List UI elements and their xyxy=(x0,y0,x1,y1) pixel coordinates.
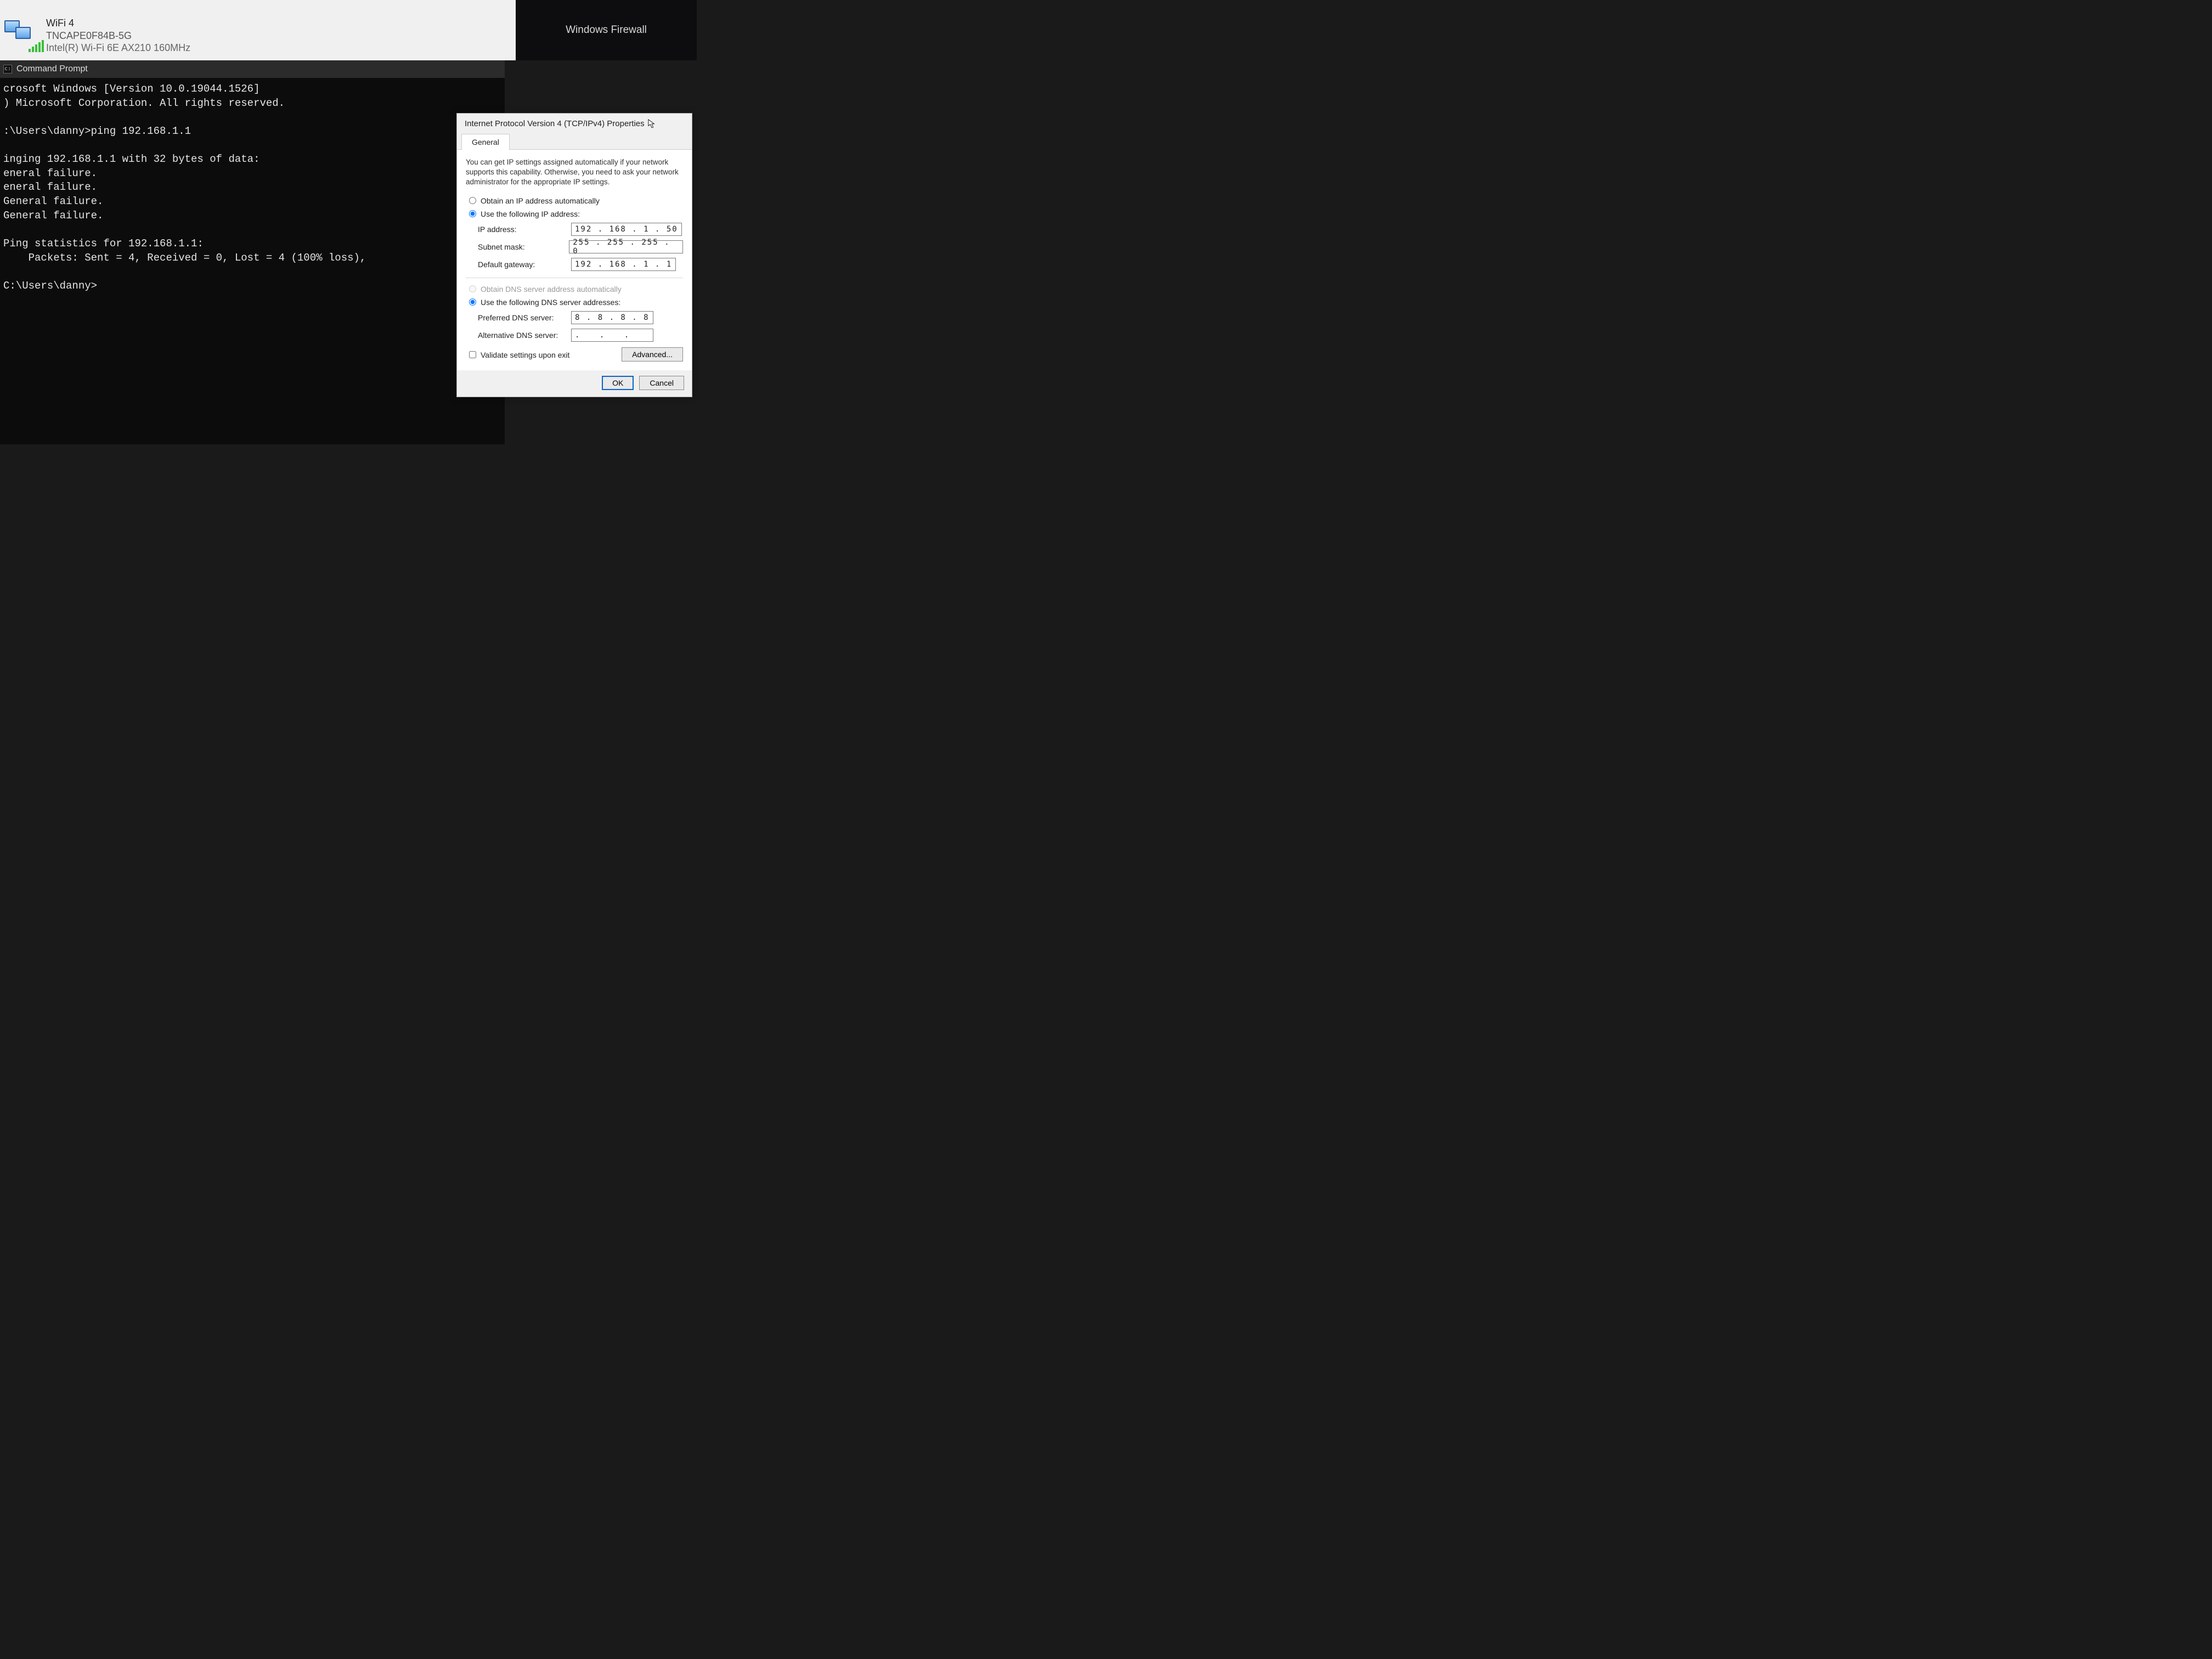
radio-obtain-dns xyxy=(469,285,476,292)
input-default-gateway[interactable]: 192 . 168 . 1 . 1 xyxy=(571,258,676,271)
ipv4-properties-dialog[interactable]: Internet Protocol Version 4 (TCP/IPv4) P… xyxy=(456,113,692,397)
input-ip-address[interactable]: 192 . 168 . 1 . 50 xyxy=(571,223,682,236)
cursor-icon xyxy=(648,119,656,129)
ipv4-tabstrip: General xyxy=(457,133,692,150)
adapter-name: WiFi 4 xyxy=(46,17,190,30)
wifi-adapter-icon xyxy=(3,19,36,52)
dialog-button-row: OK Cancel xyxy=(457,370,692,397)
field-default-gateway: Default gateway: 192 . 168 . 1 . 1 xyxy=(478,258,683,271)
ipv4-title-text: Internet Protocol Version 4 (TCP/IPv4) P… xyxy=(465,119,645,128)
radio-obtain-ip[interactable] xyxy=(469,197,476,204)
label-ip: IP address: xyxy=(478,225,571,234)
ipv4-dialog-title: Internet Protocol Version 4 (TCP/IPv4) P… xyxy=(457,114,692,133)
input-alternative-dns[interactable]: . . . xyxy=(571,329,653,342)
radio-use-dns-row[interactable]: Use the following DNS server addresses: xyxy=(466,298,683,307)
input-subnet-mask[interactable]: 255 . 255 . 255 . 0 xyxy=(569,240,683,253)
input-preferred-dns[interactable]: 8 . 8 . 8 . 8 xyxy=(571,311,653,324)
field-ip-address: IP address: 192 . 168 . 1 . 50 xyxy=(478,223,683,236)
checkbox-validate[interactable] xyxy=(469,351,476,358)
field-subnet-mask: Subnet mask: 255 . 255 . 255 . 0 xyxy=(478,240,683,253)
radio-obtain-dns-label: Obtain DNS server address automatically xyxy=(481,285,622,294)
advanced-button[interactable]: Advanced... xyxy=(622,347,683,362)
label-mask: Subnet mask: xyxy=(478,242,569,251)
tab-general[interactable]: General xyxy=(461,134,510,150)
ok-button[interactable]: OK xyxy=(602,376,634,390)
command-prompt-output[interactable]: crosoft Windows [Version 10.0.19044.1526… xyxy=(0,78,505,298)
adapter-model: Intel(R) Wi-Fi 6E AX210 160MHz xyxy=(46,42,190,54)
label-preferred-dns: Preferred DNS server: xyxy=(478,313,571,322)
radio-use-dns[interactable] xyxy=(469,298,476,306)
adapter-ssid: TNCAPE0F84B-5G xyxy=(46,30,190,42)
checkbox-validate-label: Validate settings upon exit xyxy=(481,351,569,359)
cmd-icon: c: xyxy=(3,65,12,74)
firewall-panel-label[interactable]: Windows Firewall xyxy=(516,0,697,60)
radio-obtain-ip-label: Obtain an IP address automatically xyxy=(481,196,600,205)
label-alternative-dns: Alternative DNS server: xyxy=(478,331,571,340)
field-alternative-dns: Alternative DNS server: . . . xyxy=(478,329,683,342)
radio-obtain-dns-row: Obtain DNS server address automatically xyxy=(466,285,683,294)
radio-use-dns-label: Use the following DNS server addresses: xyxy=(481,298,620,307)
field-preferred-dns: Preferred DNS server: 8 . 8 . 8 . 8 xyxy=(478,311,683,324)
label-gateway: Default gateway: xyxy=(478,260,571,269)
radio-use-ip-label: Use the following IP address: xyxy=(481,210,580,218)
radio-obtain-ip-row[interactable]: Obtain an IP address automatically xyxy=(466,196,683,205)
cancel-button[interactable]: Cancel xyxy=(639,376,684,390)
firewall-label: Windows Firewall xyxy=(566,24,647,36)
network-adapter-info[interactable]: WiFi 4 TNCAPE0F84B-5G Intel(R) Wi-Fi 6E … xyxy=(46,17,190,54)
radio-use-ip-row[interactable]: Use the following IP address: xyxy=(466,210,683,218)
command-prompt-titlebar[interactable]: c: Command Prompt xyxy=(0,60,505,78)
radio-use-ip[interactable] xyxy=(469,210,476,217)
command-prompt-title: Command Prompt xyxy=(16,64,88,74)
ipv4-description: You can get IP settings assigned automat… xyxy=(466,157,683,188)
command-prompt-window[interactable]: c: Command Prompt crosoft Windows [Versi… xyxy=(0,60,505,444)
ipv4-general-panel: You can get IP settings assigned automat… xyxy=(457,150,692,370)
